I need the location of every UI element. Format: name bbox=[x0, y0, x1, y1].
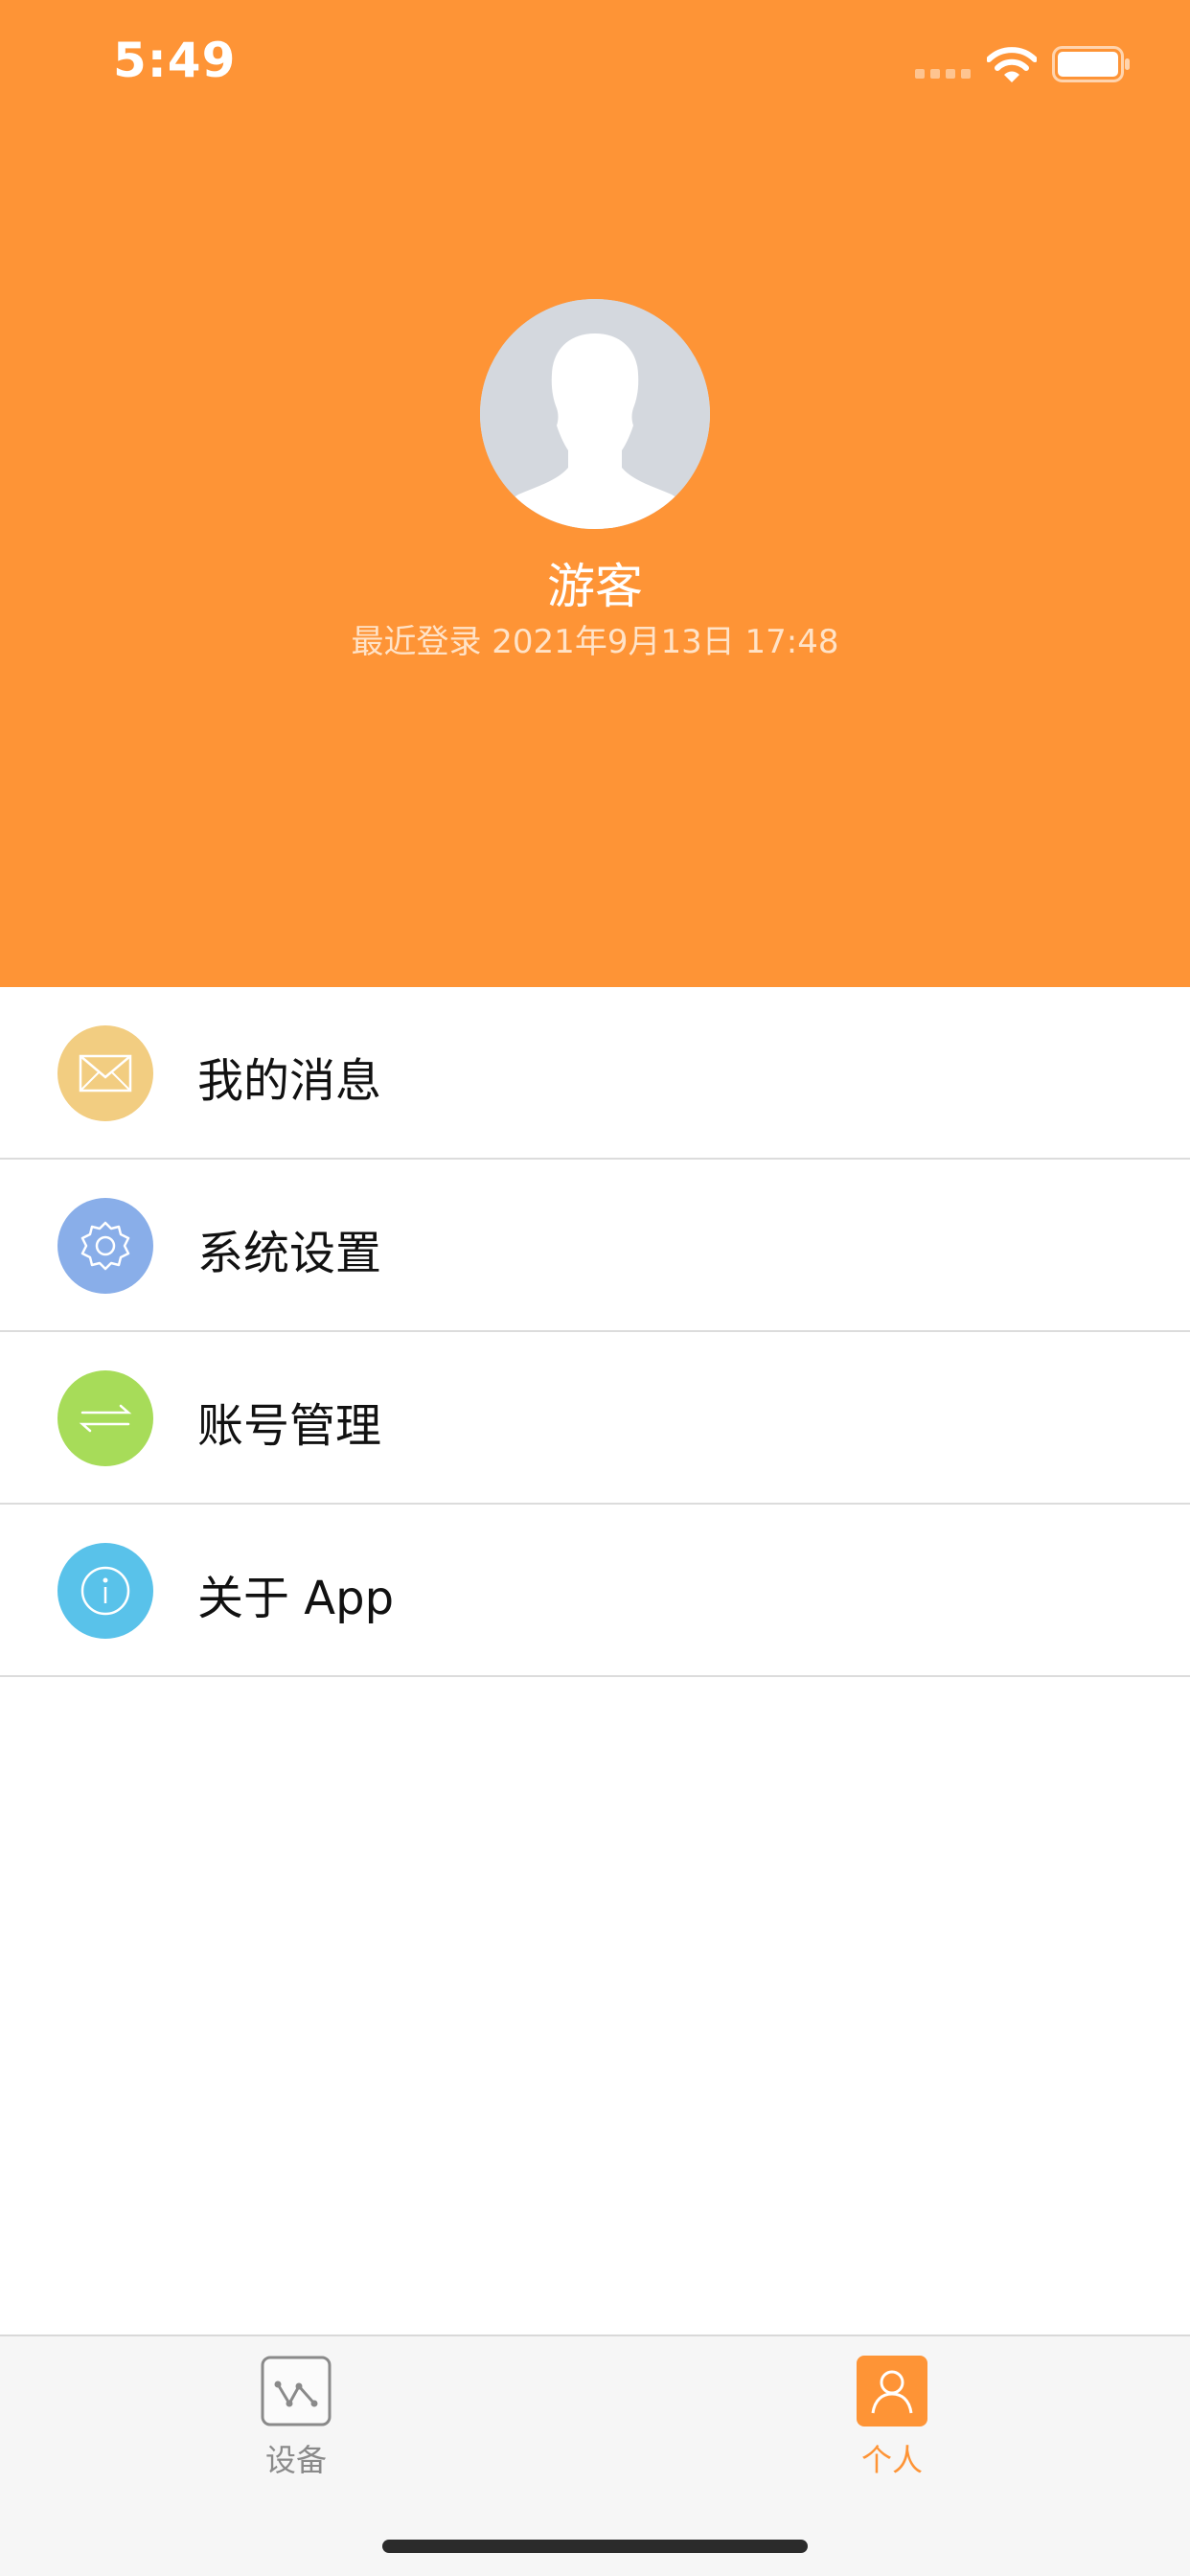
menu-item-label: 系统设置 bbox=[197, 1227, 382, 1280]
switch-arrows-icon bbox=[57, 1370, 153, 1466]
tab-profile[interactable]: 个人 bbox=[796, 2356, 988, 2480]
menu-item-label: 关于 App bbox=[197, 1572, 395, 1625]
person-icon bbox=[857, 2356, 927, 2426]
tab-devices[interactable]: 设备 bbox=[200, 2356, 392, 2480]
status-time: 5:49 bbox=[113, 33, 237, 88]
devices-chart-icon bbox=[261, 2356, 332, 2426]
default-avatar-icon bbox=[480, 299, 710, 529]
tab-label: 个人 bbox=[860, 2442, 923, 2478]
menu-item-about[interactable]: 关于 App bbox=[0, 1505, 1190, 1677]
info-icon bbox=[57, 1543, 153, 1639]
envelope-icon bbox=[57, 1025, 153, 1121]
wifi-icon bbox=[986, 46, 1038, 84]
home-indicator[interactable] bbox=[382, 2540, 808, 2553]
profile-screen: 5:49 游客 最近登录 2021年9月13日 17:48 我的消息 系统设置 … bbox=[0, 0, 1190, 2576]
menu-item-messages[interactable]: 我的消息 bbox=[0, 987, 1190, 1160]
gear-icon bbox=[57, 1198, 153, 1294]
tab-label: 设备 bbox=[264, 2442, 327, 2478]
menu-item-account[interactable]: 账号管理 bbox=[0, 1332, 1190, 1505]
last-login-time: 最近登录 2021年9月13日 17:48 bbox=[351, 623, 839, 661]
profile-menu: 我的消息 系统设置 账号管理 关于 App bbox=[0, 987, 1190, 1677]
menu-item-settings[interactable]: 系统设置 bbox=[0, 1160, 1190, 1332]
cellular-signal-icon bbox=[915, 69, 971, 80]
battery-icon bbox=[1052, 46, 1131, 82]
menu-item-label: 账号管理 bbox=[197, 1399, 382, 1453]
avatar[interactable] bbox=[480, 299, 710, 529]
profile-header: 5:49 游客 最近登录 2021年9月13日 17:48 bbox=[0, 0, 1190, 987]
tab-bar: 设备 个人 bbox=[0, 2334, 1190, 2576]
menu-item-label: 我的消息 bbox=[197, 1054, 382, 1108]
user-name: 游客 bbox=[547, 559, 643, 614]
